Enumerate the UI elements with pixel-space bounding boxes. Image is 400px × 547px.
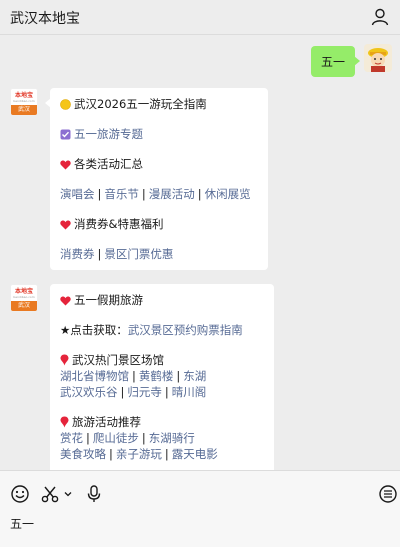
yellow-circle-icon [60, 99, 71, 110]
menu-icon[interactable] [378, 484, 398, 504]
link-outdoor-movie[interactable]: 露天电影 [172, 447, 218, 461]
chat-title: 武汉本地宝 [10, 11, 80, 27]
user-icon[interactable] [370, 7, 390, 27]
holiday-card: 五一假期旅游 ★点击获取：武汉景区预约购票指南 武汉热门景区场馆 湖北省博物馆 |… [50, 284, 274, 474]
link-family-fun[interactable]: 亲子游玩 [116, 447, 162, 461]
bot-avatar[interactable]: 本地宝 bendibao.com 武汉 [10, 88, 38, 116]
link-qingchuan-pavilion[interactable]: 晴川阁 [172, 385, 207, 399]
discount-title: 消费券&特惠福利 [74, 217, 164, 231]
user-avatar[interactable] [364, 44, 392, 72]
user-message-bubble[interactable]: 五一 [310, 46, 361, 77]
link-guiyuan-temple[interactable]: 归元寺 [127, 385, 162, 399]
holiday-heading: 五一假期旅游 [74, 293, 143, 307]
venues-title: 武汉热门景区场馆 [72, 353, 164, 367]
link-flowers[interactable]: 赏花 [60, 431, 83, 445]
link-hubei-museum[interactable]: 湖北省博物馆 [60, 369, 129, 383]
emoji-icon[interactable] [10, 484, 30, 504]
link-ticket-discount[interactable]: 景区门票优惠 [104, 247, 173, 261]
heart-icon [60, 160, 71, 170]
input-bar: 五一 [0, 470, 400, 547]
bot-message-2: 本地宝 bendibao.com 武汉 五一假期旅游 ★点击获取：武汉景区预约购票… [10, 284, 274, 474]
link-leisure-exhibition[interactable]: 休闲展览 [205, 187, 251, 201]
link-east-lake-cycling[interactable]: 东湖骑行 [149, 431, 195, 445]
activities-title: 各类活动汇总 [74, 157, 143, 171]
link-yellow-crane-tower[interactable]: 黄鹤楼 [139, 369, 174, 383]
checkbox-icon [60, 129, 71, 140]
pin-icon [60, 416, 69, 428]
bot-avatar-city: 武汉 [11, 105, 37, 115]
link-happy-valley[interactable]: 武汉欢乐谷 [60, 385, 118, 399]
bot-message-1: 本地宝 bendibao.com 武汉 武汉2026五一游玩全指南 五一旅游专题 … [10, 88, 268, 270]
bot-avatar-site: bendibao.com [13, 98, 35, 103]
pin-icon [60, 354, 69, 366]
bot-avatar-city: 武汉 [11, 301, 37, 311]
link-east-lake[interactable]: 东湖 [183, 369, 206, 383]
link-hiking[interactable]: 爬山徒步 [93, 431, 139, 445]
bot-avatar[interactable]: 本地宝 bendibao.com 武汉 [10, 284, 38, 312]
link-comic-expo[interactable]: 漫展活动 [149, 187, 195, 201]
click-prefix: ★点击获取： [60, 323, 128, 337]
header-divider [0, 34, 400, 35]
link-coupon[interactable]: 消费券 [60, 247, 95, 261]
link-music-festival[interactable]: 音乐节 [104, 187, 139, 201]
booking-guide-link[interactable]: 武汉景区预约购票指南 [128, 323, 243, 337]
user-message: 五一 [310, 44, 392, 77]
chat-header: 武汉本地宝 [0, 0, 400, 34]
travel-title: 旅游活动推荐 [72, 415, 141, 429]
bot-avatar-site: bendibao.com [13, 294, 35, 299]
bot-avatar-brand: 本地宝 [14, 91, 33, 99]
scissors-icon[interactable] [40, 484, 60, 504]
heart-icon [60, 296, 71, 306]
guide-heading: 武汉2026五一游玩全指南 [74, 97, 207, 111]
chevron-down-icon[interactable] [62, 484, 74, 504]
topic-link[interactable]: 五一旅游专题 [74, 127, 143, 141]
link-concert[interactable]: 演唱会 [60, 187, 95, 201]
message-input[interactable]: 五一 [10, 515, 34, 532]
link-food-guide[interactable]: 美食攻略 [60, 447, 106, 461]
microphone-icon[interactable] [84, 484, 104, 504]
bot-avatar-brand: 本地宝 [14, 287, 33, 295]
heart-icon [60, 220, 71, 230]
guide-card: 武汉2026五一游玩全指南 五一旅游专题 各类活动汇总 演唱会 | 音乐节 | 漫展活动… [45, 88, 268, 270]
